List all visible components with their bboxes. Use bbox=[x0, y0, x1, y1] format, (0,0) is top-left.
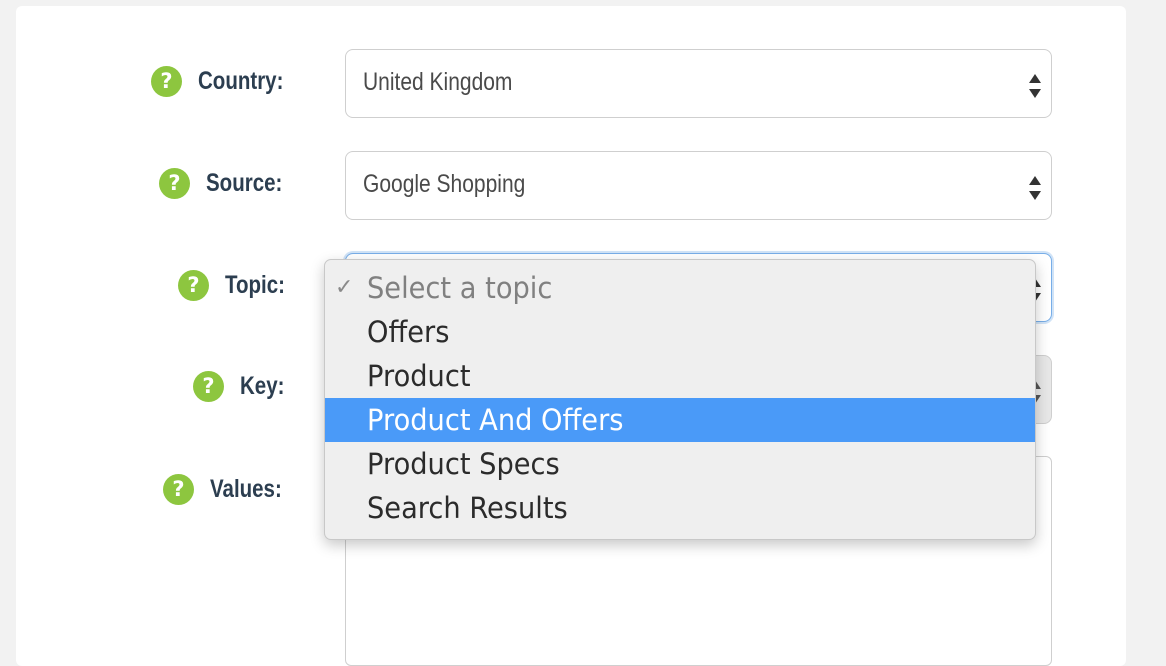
help-icon[interactable]: ? bbox=[159, 167, 190, 199]
country-label: Country: bbox=[198, 66, 284, 95]
topic-option-product-and-offers[interactable]: Product And Offers bbox=[325, 398, 1035, 442]
values-label-group: ? Values: bbox=[163, 469, 298, 509]
up-down-arrows-icon bbox=[1027, 72, 1043, 100]
source-label-group: ? Source: bbox=[159, 163, 299, 203]
help-icon[interactable]: ? bbox=[193, 370, 224, 402]
help-icon[interactable]: ? bbox=[178, 269, 209, 301]
source-label: Source: bbox=[206, 168, 283, 197]
country-label-group: ? Country: bbox=[151, 61, 302, 101]
country-select-value: United Kingdom bbox=[363, 68, 513, 96]
checkmark-icon: ✓ bbox=[335, 275, 354, 300]
topic-label-group: ? Topic: bbox=[178, 265, 298, 305]
up-down-arrows-icon bbox=[1027, 174, 1043, 202]
help-icon[interactable]: ? bbox=[151, 65, 182, 97]
country-select[interactable]: United Kingdom bbox=[345, 49, 1052, 118]
topic-option-product-specs[interactable]: Product Specs bbox=[325, 442, 1035, 486]
topic-option-search-results[interactable]: Search Results bbox=[325, 486, 1035, 530]
values-label: Values: bbox=[210, 474, 282, 503]
key-label: Key: bbox=[240, 371, 285, 400]
source-select-value: Google Shopping bbox=[363, 170, 526, 198]
topic-option-product[interactable]: Product bbox=[325, 354, 1035, 398]
source-select[interactable]: Google Shopping bbox=[345, 151, 1052, 220]
help-icon[interactable]: ? bbox=[163, 473, 194, 505]
topic-label: Topic: bbox=[225, 270, 285, 299]
key-label-group: ? Key: bbox=[193, 366, 294, 406]
topic-option-offers[interactable]: Offers bbox=[325, 310, 1035, 354]
topic-option-select-a-topic[interactable]: ✓ Select a topic bbox=[325, 266, 1035, 310]
topic-dropdown-menu: ✓ Select a topic Offers Product Product … bbox=[324, 259, 1036, 540]
